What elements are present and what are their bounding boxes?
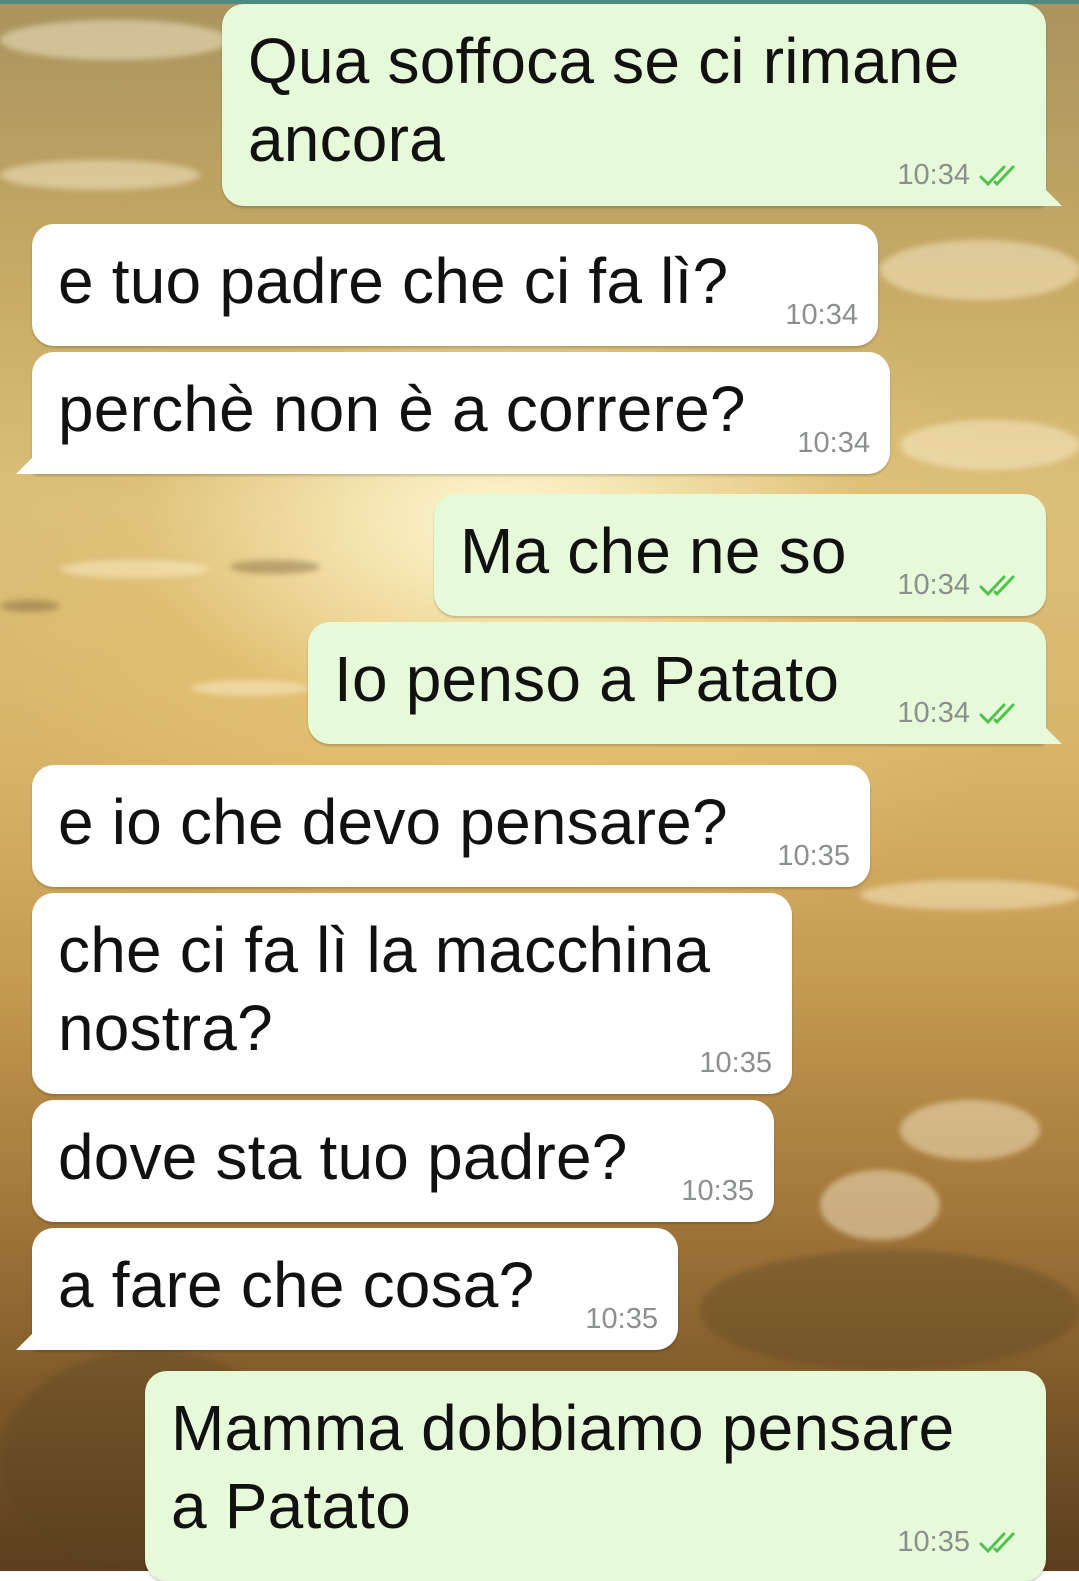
message-meta: 10:34 (797, 427, 870, 460)
read-ticks-icon (979, 165, 1015, 186)
message-meta: 10:35 (699, 1047, 772, 1080)
wallpaper-cloud (230, 560, 320, 574)
wallpaper-cloud (60, 560, 210, 578)
message-time: 10:35 (681, 1175, 754, 1207)
message-time: 10:35 (699, 1047, 772, 1079)
message-bubble-incoming[interactable]: a fare che cosa? 10:35 (16, 1228, 678, 1350)
message-text: dove sta tuo padre? (58, 1121, 628, 1193)
bubble-tail (1040, 184, 1062, 206)
bubble-tail (16, 452, 38, 474)
message-time: 10:35 (777, 840, 850, 872)
message-meta: 10:35 (681, 1175, 754, 1208)
message-text: e io che devo pensare? (58, 786, 728, 858)
message-bubble-incoming[interactable]: dove sta tuo padre? 10:35 (32, 1100, 774, 1222)
read-ticks-icon (979, 575, 1015, 596)
message-text: che ci fa lì la macchina nostra? (58, 914, 711, 1064)
message-time: 10:35 (897, 1526, 970, 1558)
wallpaper-cloud (700, 1250, 1079, 1370)
message-meta: 10:34 (897, 697, 1026, 730)
message-bubble-outgoing[interactable]: Io penso a Patato 10:34 (308, 622, 1062, 744)
message-text: Mamma dobbiamo pensare a Patato (171, 1392, 955, 1542)
message-bubble-outgoing[interactable]: Qua soffoca se ci rimane ancora 10:34 (222, 4, 1062, 206)
message-bubble-incoming[interactable]: perchè non è a correre? 10:34 (16, 352, 890, 474)
read-ticks-icon (979, 703, 1015, 724)
wallpaper-cloud (900, 1100, 1040, 1160)
message-text: Ma che ne so (460, 515, 847, 587)
read-ticks-icon (979, 1532, 1015, 1553)
message-bubble-incoming[interactable]: e tuo padre che ci fa lì? 10:34 (32, 224, 878, 346)
bubble-tail (1040, 722, 1062, 744)
message-meta: 10:35 (897, 1526, 1026, 1559)
message-bubble-outgoing[interactable]: Mamma dobbiamo pensare a Patato 10:35 (145, 1371, 1046, 1581)
message-text: a fare che cosa? (58, 1249, 535, 1321)
message-text: Qua soffoca se ci rimane ancora (248, 25, 960, 175)
message-bubble-incoming[interactable]: che ci fa lì la macchina nostra? 10:35 (32, 893, 792, 1094)
message-meta: 10:34 (897, 159, 1026, 192)
message-time: 10:35 (585, 1303, 658, 1335)
wallpaper-cloud (820, 1170, 940, 1240)
message-bubble-outgoing[interactable]: Ma che ne so 10:34 (434, 494, 1046, 616)
wallpaper-cloud (900, 420, 1079, 470)
wallpaper-cloud (190, 680, 310, 696)
bubble-tail (16, 1328, 38, 1350)
message-time: 10:34 (797, 427, 870, 459)
message-time: 10:34 (785, 299, 858, 331)
message-meta: 10:34 (897, 569, 1026, 602)
message-time: 10:34 (897, 569, 970, 601)
wallpaper-cloud (0, 600, 60, 612)
wallpaper-cloud (0, 160, 200, 190)
wallpaper-cloud (860, 880, 1079, 910)
message-meta: 10:34 (785, 299, 858, 332)
message-text: perchè non è a correre? (58, 373, 746, 445)
message-text: Io penso a Patato (334, 643, 840, 715)
message-text: e tuo padre che ci fa lì? (58, 245, 729, 317)
message-time: 10:34 (897, 697, 970, 729)
wallpaper-cloud (0, 20, 230, 60)
wallpaper-cloud (880, 240, 1079, 300)
message-bubble-incoming[interactable]: e io che devo pensare? 10:35 (32, 765, 870, 887)
message-meta: 10:35 (585, 1303, 658, 1336)
message-time: 10:34 (897, 159, 970, 191)
message-meta: 10:35 (777, 840, 850, 873)
